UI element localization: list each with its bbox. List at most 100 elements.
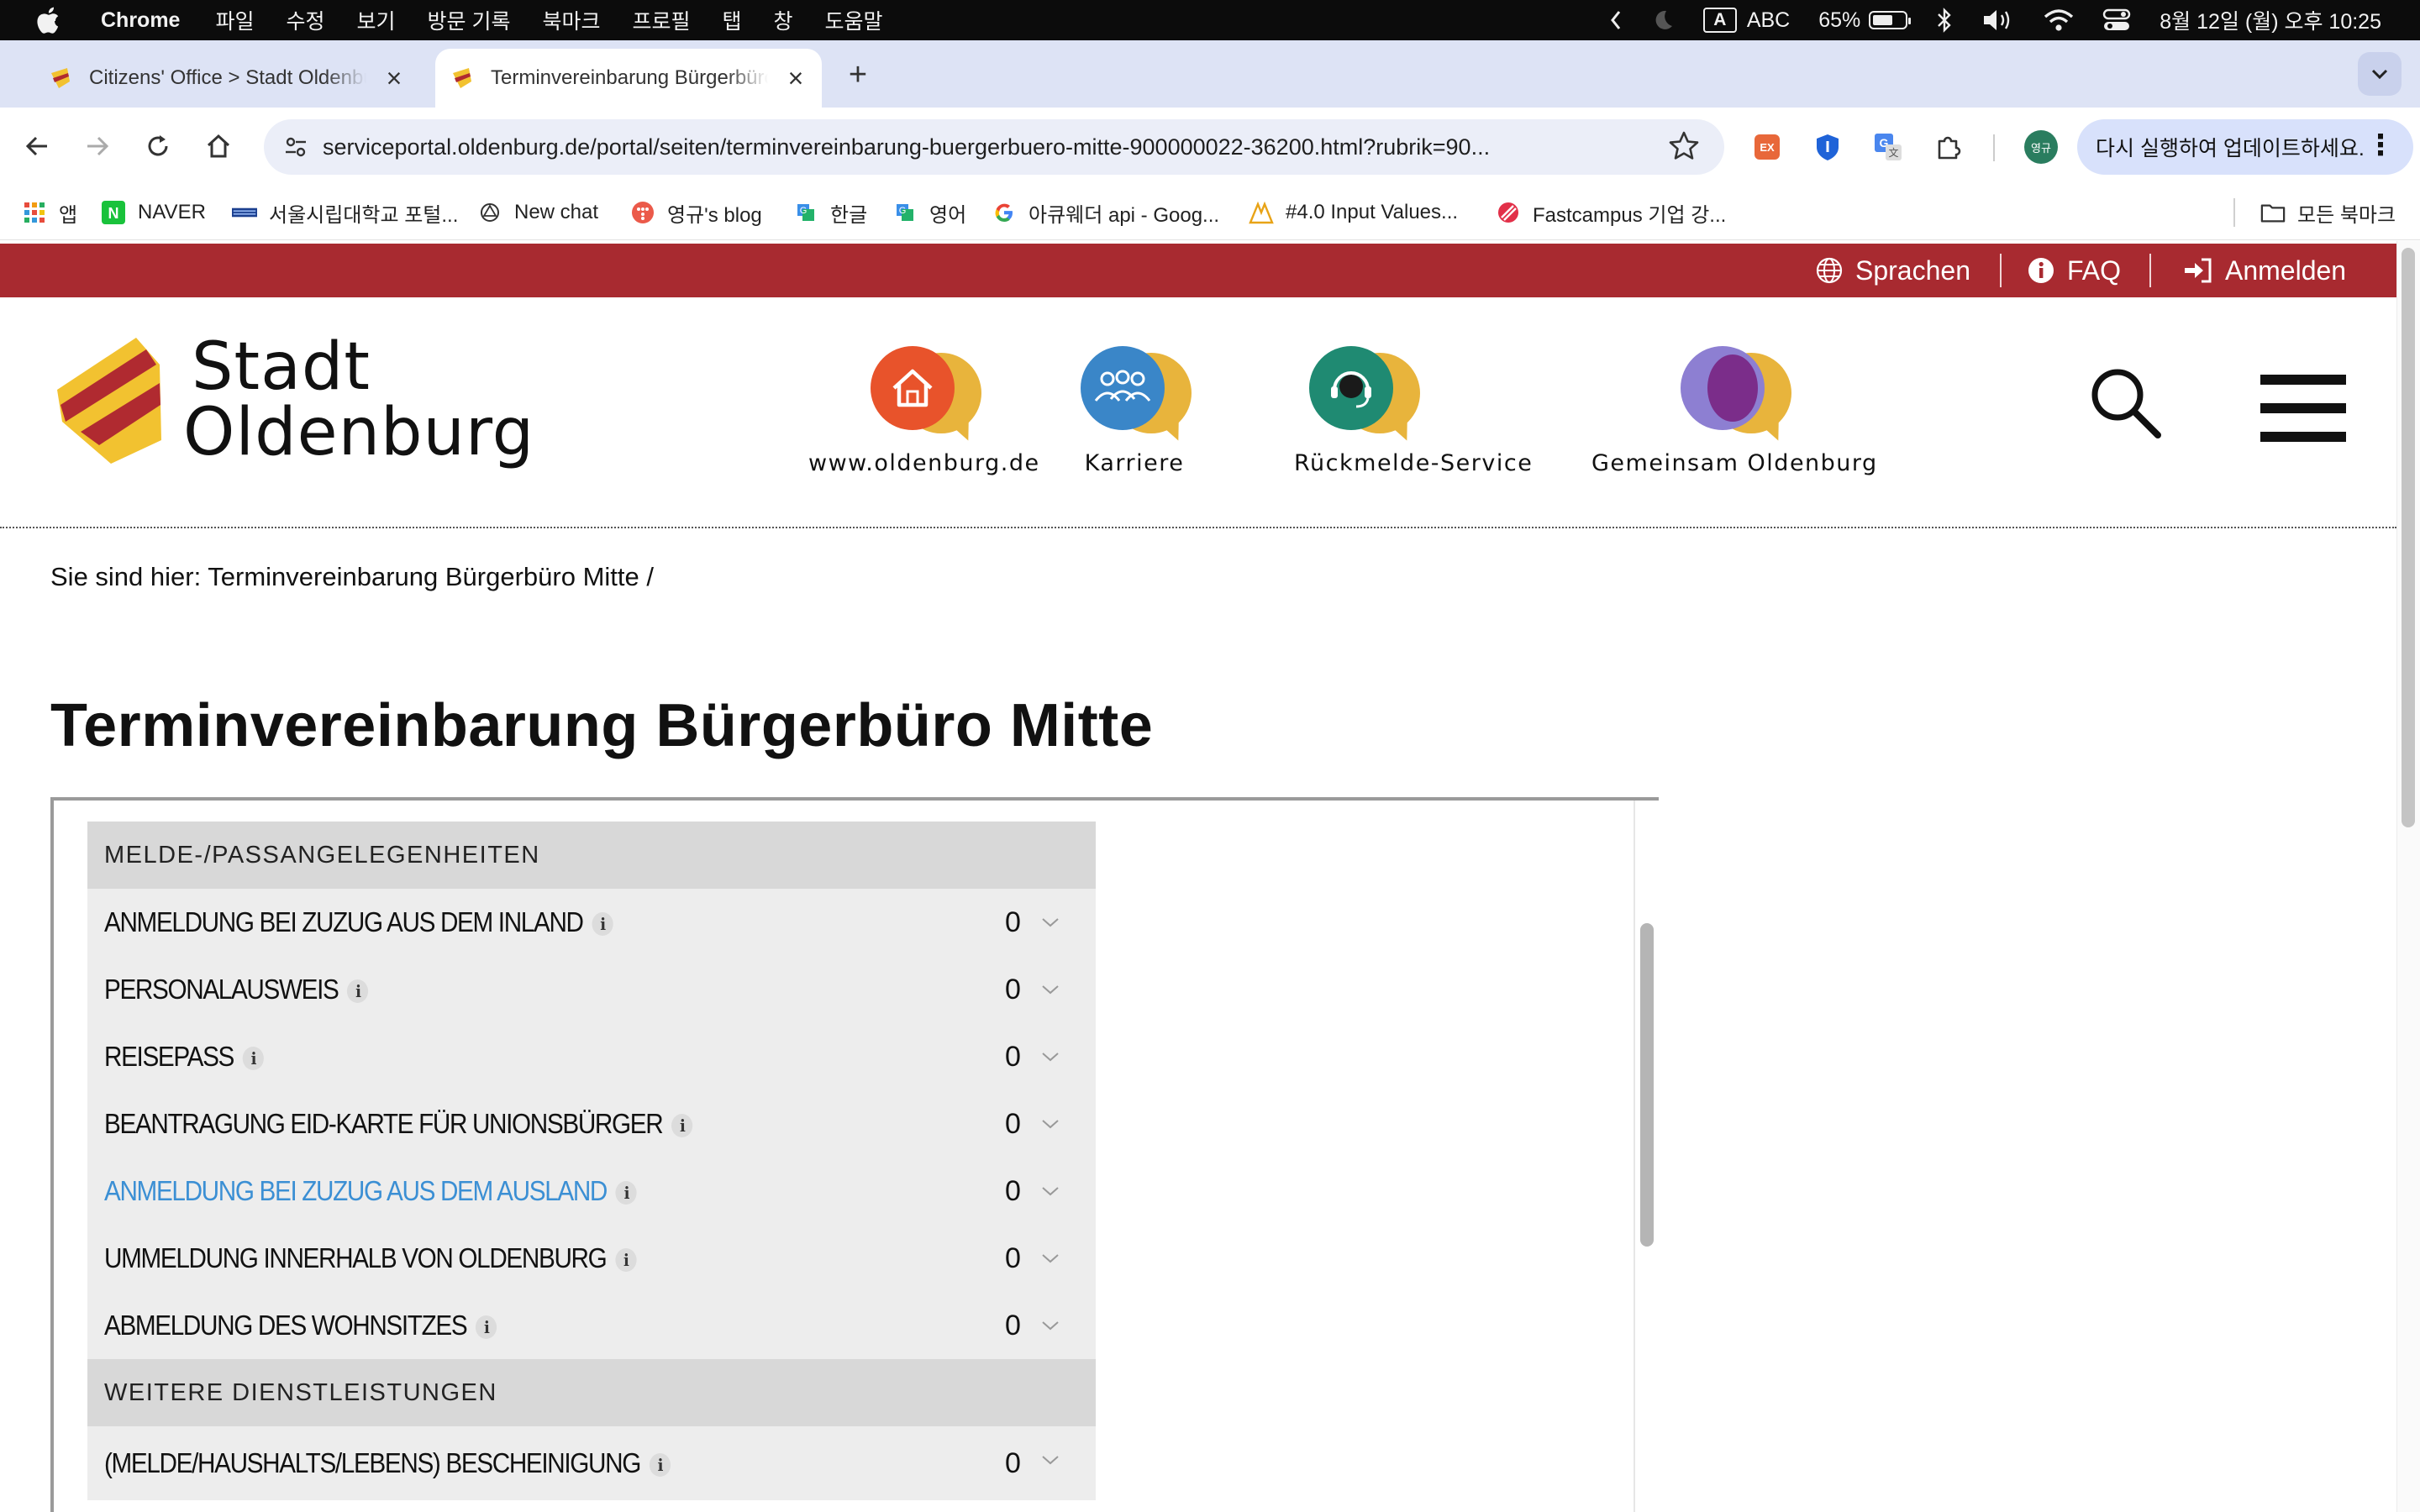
info-icon[interactable]: i bbox=[476, 1315, 497, 1340]
page-scrollbar-thumb[interactable] bbox=[2402, 248, 2415, 827]
wifi-icon[interactable] bbox=[2044, 8, 2074, 32]
chevron-down-icon[interactable] bbox=[1040, 1248, 1060, 1268]
menu-app-chrome[interactable]: Chrome bbox=[101, 8, 180, 33]
reload-button[interactable] bbox=[138, 126, 178, 166]
home-button[interactable] bbox=[198, 126, 239, 166]
extension-translate-icon[interactable]: G文 bbox=[1872, 131, 1904, 163]
oldenburg-coat-of-arms-icon[interactable] bbox=[52, 331, 178, 465]
menu-profiles[interactable]: 프로필 bbox=[632, 5, 690, 35]
site-info-icon[interactable] bbox=[277, 129, 314, 165]
apple-icon[interactable] bbox=[35, 6, 60, 34]
chevron-down-icon[interactable] bbox=[1040, 1047, 1060, 1067]
tab-terminvereinbarung[interactable]: Terminvereinbarung Bürgerbüro Mitte × bbox=[435, 49, 822, 108]
info-icon[interactable]: i bbox=[649, 1453, 671, 1478]
languages-link[interactable]: Sprachen bbox=[1815, 252, 1970, 289]
bookmark-naver[interactable]: N NAVER bbox=[101, 197, 206, 228]
menu-tab[interactable]: 탭 bbox=[723, 5, 742, 35]
close-tab-icon[interactable]: × bbox=[381, 63, 407, 94]
new-tab-button[interactable]: + bbox=[840, 57, 876, 93]
chevron-down-icon[interactable] bbox=[1040, 912, 1060, 932]
bookmark-apps[interactable]: 앱 bbox=[22, 197, 77, 228]
info-icon[interactable]: i bbox=[242, 1047, 265, 1071]
info-icon[interactable]: i bbox=[615, 1181, 638, 1205]
service-row-reisepass[interactable]: REISEPASS i 0 bbox=[87, 1023, 1096, 1090]
bookmark-english[interactable]: G 영어 bbox=[892, 197, 966, 228]
address-bar[interactable]: serviceportal.oldenburg.de/portal/seiten… bbox=[264, 119, 1724, 175]
extension-ex-icon[interactable]: EX bbox=[1751, 131, 1783, 163]
service-link-rueckmelde-service[interactable]: Rückmelde-Service bbox=[1294, 346, 1532, 476]
forward-button[interactable] bbox=[77, 126, 118, 166]
menu-bar-icon bbox=[2260, 432, 2346, 442]
bookmark-korean[interactable]: G 한글 bbox=[793, 197, 867, 228]
extension-shield-icon[interactable] bbox=[1812, 131, 1844, 163]
info-icon[interactable]: i bbox=[615, 1248, 637, 1273]
login-link[interactable]: Anmelden bbox=[2183, 252, 2346, 289]
extensions-puzzle-icon[interactable] bbox=[1933, 131, 1965, 163]
bookmark-input-values[interactable]: #4.0 Input Values... bbox=[1249, 197, 1458, 228]
service-row-ummeldung[interactable]: UMMELDUNG INNERHALB VON OLDENBURG i 0 bbox=[87, 1225, 1096, 1292]
url-text[interactable]: serviceportal.oldenburg.de/portal/seiten… bbox=[323, 134, 1650, 160]
chevron-down-icon[interactable] bbox=[1040, 1181, 1060, 1201]
breadcrumb-current[interactable]: Terminvereinbarung Bürgerbüro Mitte / bbox=[208, 562, 654, 591]
service-count[interactable]: 0 bbox=[1005, 1310, 1021, 1342]
service-count[interactable]: 0 bbox=[1005, 1175, 1021, 1208]
service-link-oldenburg-de[interactable]: www.oldenburg.de bbox=[808, 346, 1040, 476]
tab-citizens-office[interactable]: Citizens' Office > Stadt Oldenburg × bbox=[49, 49, 418, 108]
menu-help[interactable]: 도움말 bbox=[825, 5, 883, 35]
menu-bookmarks[interactable]: 북마크 bbox=[542, 5, 600, 35]
input-method[interactable]: A ABC bbox=[1702, 8, 1790, 33]
service-row-personalausweis[interactable]: PERSONALAUSWEIS i 0 bbox=[87, 956, 1096, 1023]
chevron-down-icon[interactable] bbox=[1040, 1315, 1060, 1336]
control-center-icon[interactable] bbox=[2102, 8, 2131, 33]
service-count[interactable]: 0 bbox=[1005, 906, 1021, 939]
service-count[interactable]: 0 bbox=[1005, 1447, 1021, 1480]
service-count[interactable]: 0 bbox=[1005, 1041, 1021, 1074]
frame-scrollbar[interactable] bbox=[1640, 923, 1654, 1247]
clock[interactable]: 8월 12일 (월) 오후 10:25 bbox=[2160, 5, 2381, 35]
info-icon[interactable]: i bbox=[592, 912, 613, 937]
chevron-down-icon[interactable] bbox=[1040, 979, 1060, 1000]
service-row-anmeldung-inland[interactable]: ANMELDUNG BEI ZUZUG AUS DEM INLAND i 0 bbox=[87, 889, 1096, 956]
info-icon[interactable]: i bbox=[671, 1114, 693, 1138]
bookmark-new-chat[interactable]: New chat bbox=[477, 197, 598, 228]
site-logo-text[interactable]: Stadt Oldenburg bbox=[183, 334, 534, 465]
chevron-left-icon[interactable] bbox=[1609, 9, 1623, 31]
bookmark-star-icon[interactable] bbox=[1667, 129, 1701, 167]
site-search-button[interactable] bbox=[2087, 365, 2163, 440]
bluetooth-icon[interactable] bbox=[1936, 8, 1953, 33]
service-row-bescheinigung[interactable]: (MELDE/HAUSHALTS/LEBENS) BESCHEINIGUNG i … bbox=[87, 1426, 1096, 1500]
service-row-eid-karte[interactable]: BEANTRAGUNG EID-KARTE FÜR UNIONSBÜRGER i … bbox=[87, 1090, 1096, 1158]
battery-status[interactable]: 65% bbox=[1818, 8, 1912, 33]
back-button[interactable] bbox=[17, 126, 57, 166]
menu-window[interactable]: 창 bbox=[774, 5, 793, 35]
menu-view[interactable]: 보기 bbox=[357, 5, 396, 35]
service-row-abmeldung[interactable]: ABMELDUNG DES WOHNSITZES i 0 bbox=[87, 1292, 1096, 1359]
hamburger-menu-button[interactable] bbox=[2260, 375, 2346, 442]
chevron-down-icon[interactable] bbox=[1040, 1450, 1060, 1470]
menu-history[interactable]: 방문 기록 bbox=[428, 5, 511, 35]
service-link-karriere[interactable]: Karriere bbox=[1067, 346, 1202, 476]
bookmark-uos-portal[interactable]: 서울시립대학교 포털... bbox=[232, 197, 458, 228]
menu-edit[interactable]: 수정 bbox=[286, 5, 324, 35]
menu-file[interactable]: 파일 bbox=[215, 5, 254, 35]
service-count[interactable]: 0 bbox=[1005, 1242, 1021, 1275]
update-chrome-button[interactable]: 다시 실행하여 업데이트하세요. ⋮ bbox=[2077, 119, 2413, 175]
service-count[interactable]: 0 bbox=[1005, 974, 1021, 1006]
chevron-down-icon bbox=[2371, 69, 2388, 80]
moon-icon[interactable] bbox=[1651, 8, 1675, 32]
chevron-down-icon[interactable] bbox=[1040, 1114, 1060, 1134]
bookmark-fastcampus[interactable]: Fastcampus 기업 강... bbox=[1496, 197, 1726, 228]
info-icon[interactable]: i bbox=[347, 979, 369, 1004]
close-tab-icon[interactable]: × bbox=[783, 63, 808, 94]
faq-link[interactable]: FAQ bbox=[2027, 252, 2121, 289]
bookmark-all-bookmarks[interactable]: 모든 북마크 bbox=[2260, 197, 2396, 228]
service-count[interactable]: 0 bbox=[1005, 1108, 1021, 1141]
profile-avatar[interactable]: 영규 bbox=[2023, 129, 2059, 165]
service-row-anmeldung-ausland[interactable]: ANMELDUNG BEI ZUZUG AUS DEM AUSLAND i 0 bbox=[87, 1158, 1096, 1225]
tab-search-button[interactable] bbox=[2358, 52, 2402, 96]
more-vert-icon[interactable]: ⋮ bbox=[2366, 131, 2395, 160]
bookmark-blog[interactable]: 영규's blog bbox=[630, 197, 762, 228]
bookmark-accuweather-api[interactable]: 아큐웨더 api - Goog... bbox=[992, 197, 1219, 228]
service-link-gemeinsam-oldenburg[interactable]: Gemeinsam Oldenburg bbox=[1591, 346, 1878, 476]
volume-icon[interactable] bbox=[1981, 8, 2015, 33]
